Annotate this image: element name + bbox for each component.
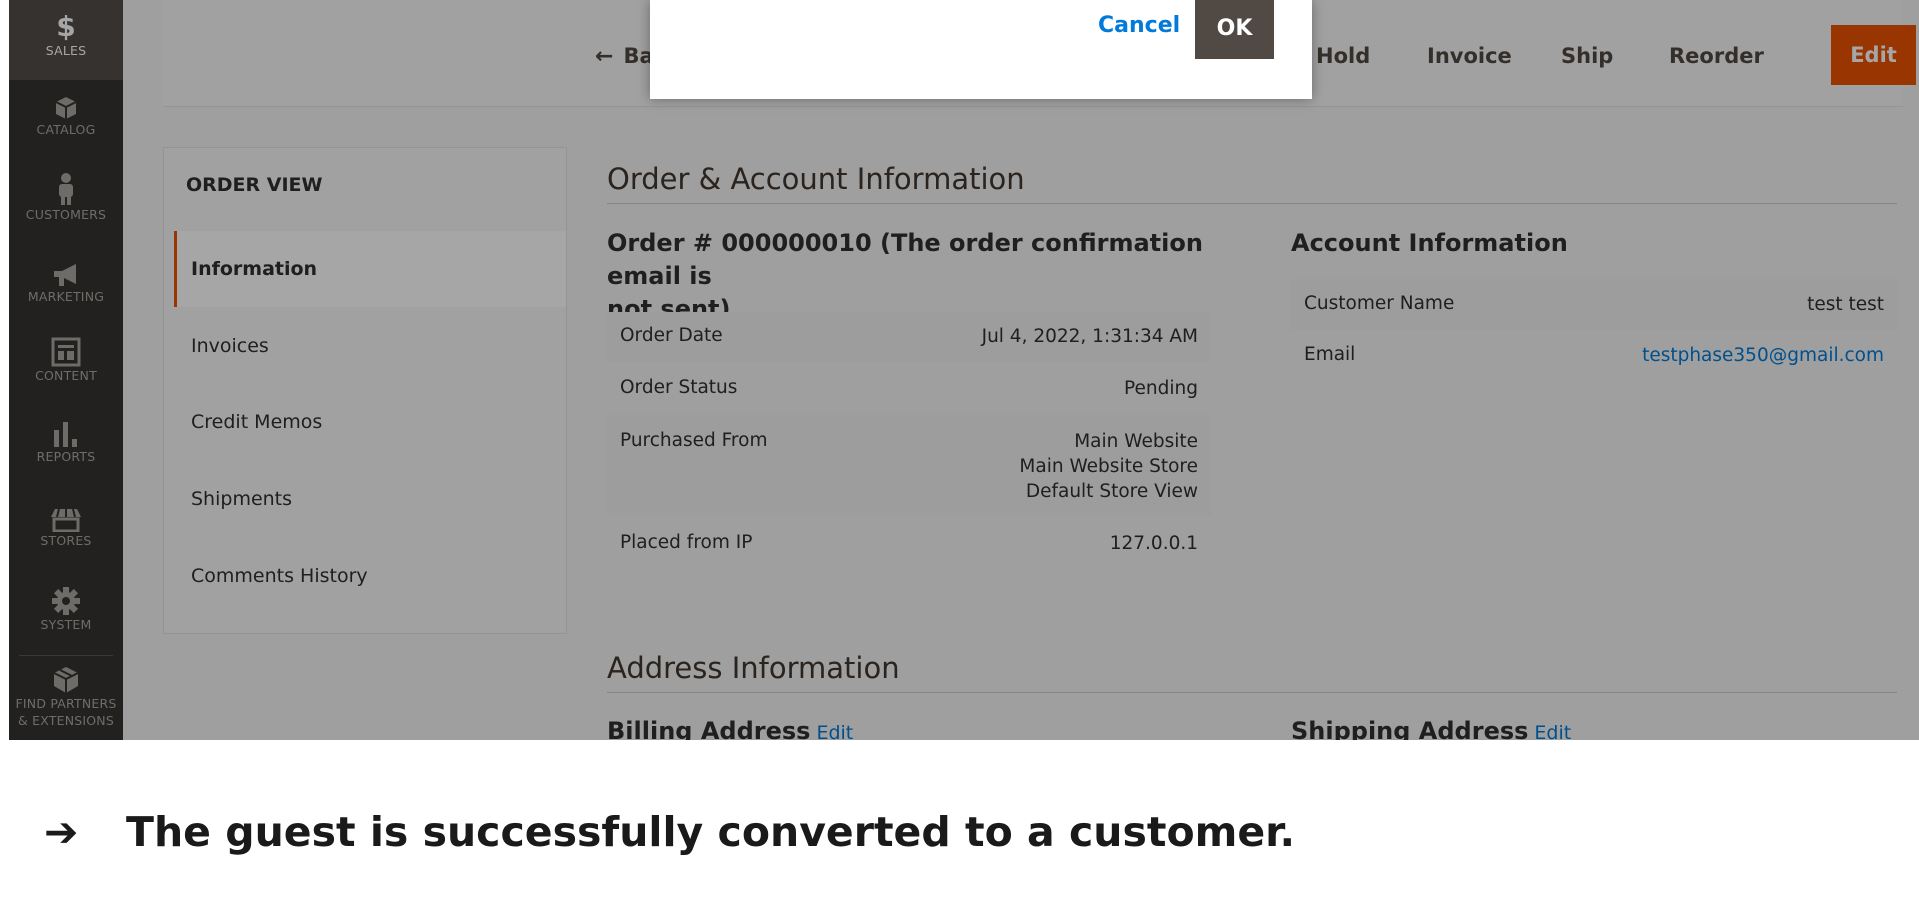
ok-button[interactable]: OK [1195,0,1274,59]
cancel-button[interactable]: Cancel [1098,13,1180,38]
screenshot-frame: $ SALES CATALOG CUSTOMERS MARKETING CONT… [9,0,1919,740]
modal-overlay[interactable] [9,0,1919,740]
arrow-right-icon: ➔ [44,808,79,856]
caption-text: The guest is successfully converted to a… [126,808,1296,856]
step-caption: ➔ The guest is successfully converted to … [44,808,1295,856]
confirm-modal: Cancel OK [650,0,1312,99]
